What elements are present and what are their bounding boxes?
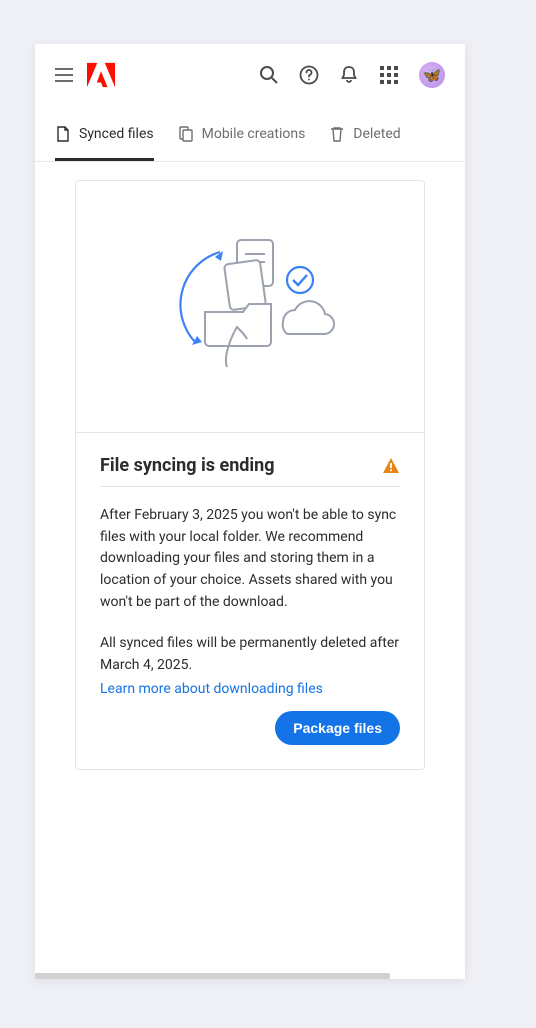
warning-triangle-icon (382, 457, 400, 475)
card-title: File syncing is ending (100, 455, 275, 476)
tabs: Synced files Mobile creations Deleted (35, 106, 465, 162)
app-window: Synced files Mobile creations Deleted (35, 44, 465, 979)
tab-deleted[interactable]: Deleted (329, 106, 400, 161)
trash-icon (329, 126, 345, 142)
card-body: File syncing is ending After February 3,… (76, 433, 424, 769)
header-right (259, 62, 445, 88)
mobile-icon (178, 126, 194, 142)
tab-mobile-creations[interactable]: Mobile creations (178, 106, 306, 161)
content-area: File syncing is ending After February 3,… (35, 162, 465, 979)
tab-label: Deleted (353, 126, 400, 142)
avatar[interactable] (419, 62, 445, 88)
card-paragraph-2: All synced files will be permanently del… (100, 633, 400, 676)
card-title-row: File syncing is ending (100, 455, 400, 487)
adobe-logo-icon[interactable] (87, 62, 115, 88)
card-actions: Package files (100, 711, 400, 745)
tab-label: Synced files (79, 126, 154, 142)
help-icon[interactable] (299, 65, 319, 85)
search-icon[interactable] (259, 65, 279, 85)
learn-more-link[interactable]: Learn more about downloading files (100, 681, 323, 697)
horizontal-scrollbar[interactable] (35, 973, 390, 979)
file-icon (55, 126, 71, 142)
bell-icon[interactable] (339, 65, 359, 85)
apps-grid-icon[interactable] (379, 65, 399, 85)
tab-label: Mobile creations (202, 126, 306, 142)
header-left (55, 62, 115, 88)
header (35, 44, 465, 106)
tab-synced-files[interactable]: Synced files (55, 106, 154, 161)
package-files-button[interactable]: Package files (275, 711, 400, 745)
sync-illustration (76, 181, 424, 433)
card-paragraph-1: After February 3, 2025 you won't be able… (100, 505, 400, 613)
menu-icon[interactable] (55, 68, 73, 82)
notice-card: File syncing is ending After February 3,… (75, 180, 425, 770)
